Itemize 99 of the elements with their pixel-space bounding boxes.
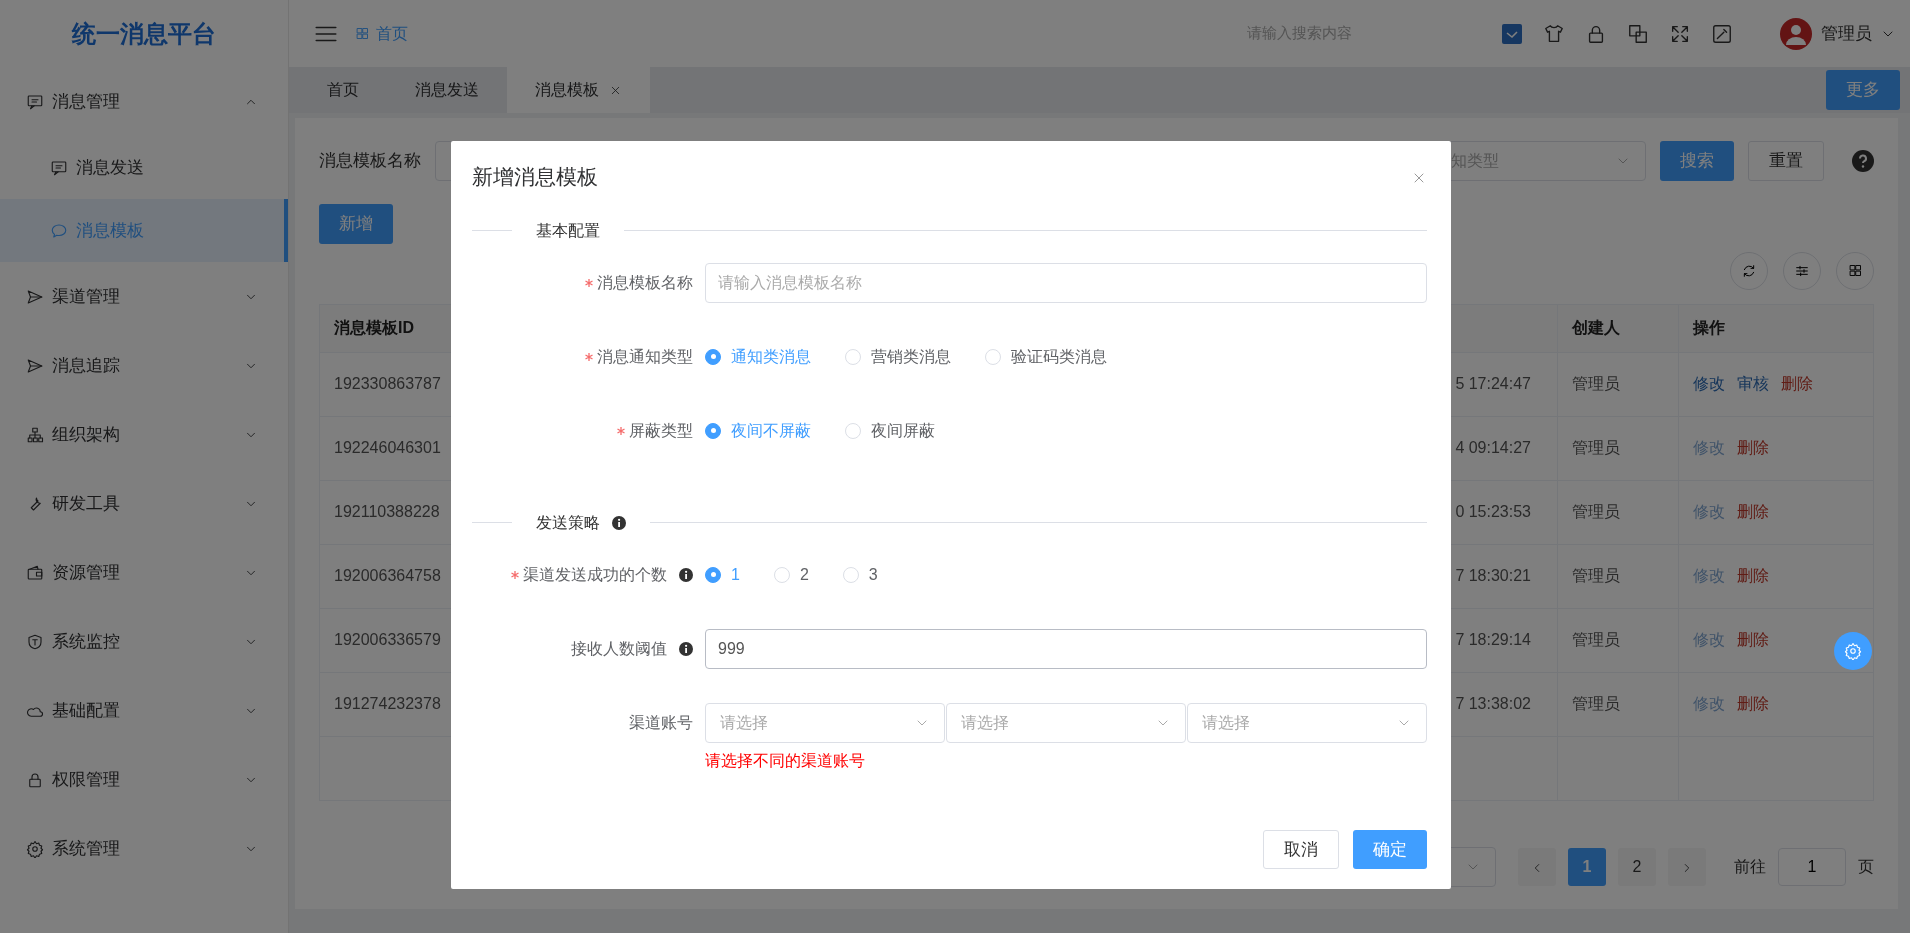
field-label: 渠道账号 [629, 712, 693, 733]
radio-label: 验证码类消息 [1011, 346, 1107, 367]
app-logo-text: 统一消息平台 [72, 18, 216, 49]
sidebar-subitem[interactable]: 消息发送 [0, 136, 288, 199]
action-link[interactable]: 修改 [1693, 372, 1725, 396]
grid-icon [1847, 263, 1863, 278]
toolbox-icon [1711, 22, 1733, 45]
grid-icon [355, 26, 370, 41]
table-cell: 管理员 [1557, 480, 1679, 544]
sidebar-item[interactable]: 消息管理 [0, 67, 288, 136]
sidebar-item[interactable]: 消息追踪 [0, 331, 288, 400]
input-field[interactable]: 999 [705, 628, 1427, 669]
sidebar-item[interactable]: 系统管理 [0, 814, 288, 883]
input-field[interactable]: 请输入消息模板名称 [705, 262, 1427, 303]
avatar-icon [1779, 16, 1813, 51]
required-mark-icon [511, 570, 519, 579]
info-icon [679, 641, 693, 656]
breadcrumb-link[interactable]: 首页 [355, 21, 408, 46]
menu-item-icon [26, 770, 44, 789]
radio-label: 2 [799, 564, 809, 585]
sidebar-item[interactable]: 资源管理 [0, 538, 288, 607]
refresh-icon [1741, 262, 1757, 279]
filter-button[interactable] [1783, 251, 1821, 290]
confirm-button[interactable]: 确定 [1353, 829, 1427, 869]
required-mark-icon [585, 352, 593, 361]
radio-label: 夜间不屏蔽 [731, 420, 811, 441]
menu-item-icon [26, 839, 44, 858]
settings-icon [1844, 642, 1862, 660]
page-suffix: 页 [1858, 857, 1874, 877]
field-label: 消息模板名称 [597, 272, 693, 293]
table-cell: 管理员 [1557, 544, 1679, 608]
action-link[interactable]: 删除 [1737, 500, 1769, 524]
refresh-button[interactable] [1730, 251, 1768, 290]
action-link[interactable]: 删除 [1737, 564, 1769, 588]
tab[interactable]: 消息发送 [387, 67, 507, 113]
menu-item-icon [50, 221, 68, 240]
search-button[interactable]: 搜索 [1660, 141, 1734, 181]
page-button[interactable]: 2 [1618, 848, 1656, 886]
menu-item-icon [26, 356, 44, 375]
more-button[interactable]: 更多 [1826, 70, 1900, 110]
menu-item-icon [26, 92, 44, 111]
info-icon [679, 567, 693, 582]
menu-item-icon [50, 158, 68, 177]
select-field[interactable]: 请选择 [946, 702, 1186, 743]
section-title: 发送策略 [536, 512, 600, 533]
table-cell: 管理员 [1557, 352, 1679, 416]
required-mark-icon [585, 278, 593, 287]
dialog-title: 新增消息模板 [472, 164, 598, 190]
info-icon [612, 515, 626, 530]
column-header: 操作 [1678, 304, 1874, 352]
tab[interactable]: 首页 [299, 67, 387, 113]
select-field[interactable]: 请选择 [1187, 702, 1427, 743]
radio-label: 通知类消息 [731, 346, 811, 367]
column-header: 创建人 [1557, 304, 1679, 352]
required-mark-icon [617, 426, 625, 435]
goto-label: 前往 [1734, 857, 1766, 877]
menu-item-icon [26, 287, 44, 306]
radio-label: 3 [868, 564, 878, 585]
section-title: 基本配置 [536, 220, 600, 241]
page-input[interactable]: 1 [1778, 848, 1846, 886]
table-cell: 管理员 [1557, 416, 1679, 480]
action-link[interactable]: 删除 [1781, 372, 1813, 396]
action-link[interactable]: 审核 [1737, 372, 1769, 396]
field-label: 屏蔽类型 [629, 420, 693, 441]
radio-label: 1 [731, 564, 740, 585]
sidebar-subitem[interactable]: 消息模板 [0, 199, 288, 262]
reset-button[interactable]: 重置 [1748, 141, 1824, 181]
table-cell: 管理员 [1557, 608, 1679, 672]
menu-item-icon [26, 563, 44, 582]
radio-button[interactable] [705, 566, 721, 583]
menu-item-icon [26, 632, 44, 651]
checkbox-icon[interactable] [1501, 22, 1523, 45]
columns-button[interactable] [1836, 251, 1874, 290]
error-message: 请选择不同的渠道账号 [705, 750, 866, 771]
user-name[interactable]: 管理员 [1821, 20, 1872, 47]
tab[interactable]: 消息模板 [507, 67, 650, 113]
radio-button[interactable] [705, 348, 721, 365]
radio-button[interactable] [705, 422, 721, 439]
sidebar-item[interactable]: 系统监控 [0, 607, 288, 676]
action-link[interactable]: 删除 [1737, 692, 1769, 716]
sidebar-item[interactable]: 研发工具 [0, 469, 288, 538]
page-button[interactable]: 1 [1568, 848, 1606, 886]
translate-icon [1627, 22, 1649, 45]
shirt-icon [1543, 22, 1565, 45]
action-link[interactable]: 删除 [1737, 436, 1769, 460]
select-field[interactable]: 请选择 [705, 702, 945, 743]
radio-label: 营销类消息 [871, 346, 951, 367]
sidebar-item[interactable]: 组织架构 [0, 400, 288, 469]
radio-label: 夜间屏蔽 [871, 420, 935, 441]
sidebar-item[interactable]: 权限管理 [0, 745, 288, 814]
table-cell: 管理员 [1557, 672, 1679, 736]
action-link[interactable]: 删除 [1737, 628, 1769, 652]
menu-item-icon [26, 425, 44, 444]
add-button[interactable]: 新增 [319, 204, 393, 244]
sidebar-item[interactable]: 基础配置 [0, 676, 288, 745]
filter-label: 消息模板名称 [319, 150, 421, 173]
help-icon[interactable] [1852, 150, 1874, 172]
sidebar-item[interactable]: 渠道管理 [0, 262, 288, 331]
cancel-button[interactable]: 取消 [1263, 829, 1339, 869]
